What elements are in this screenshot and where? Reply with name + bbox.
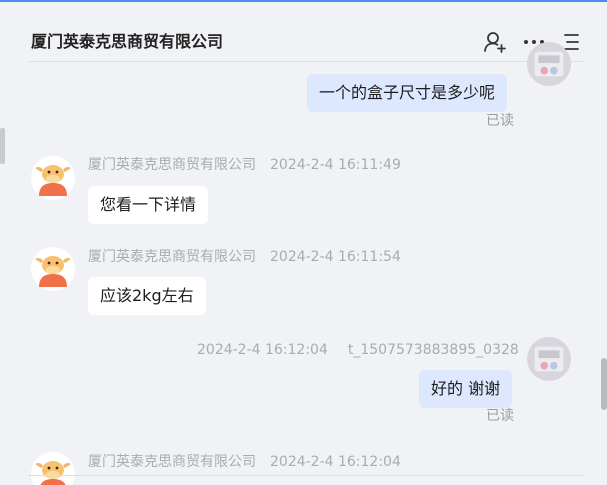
left-scrollbar[interactable] <box>0 128 5 164</box>
sender-name: 厦门英泰克思商贸有限公司 <box>88 249 256 265</box>
message-bubble[interactable]: 一个的盒子尺寸是多少呢 <box>307 74 508 112</box>
header-divider <box>29 61 583 62</box>
message-time: 2024-2-4 16:12:04 <box>197 342 328 358</box>
message-bubble[interactable]: 您看一下详情 <box>88 186 209 224</box>
sender-name: 厦门英泰克思商贸有限公司 <box>88 157 256 173</box>
user-avatar[interactable] <box>527 337 573 383</box>
message-bubble[interactable]: 应该2kg左右 <box>88 277 206 315</box>
sender-name: 厦门英泰克思商贸有限公司 <box>88 454 256 470</box>
chat-title: 厦门英泰克思商贸有限公司 <box>31 32 224 51</box>
message-meta: 2024-2-4 16:12:04 t_1507573883895_0328 <box>197 341 519 359</box>
read-status: 已读 <box>486 113 514 129</box>
message-meta: 厦门英泰克思商贸有限公司 2024-2-4 16:12:04 <box>88 453 401 471</box>
bull-avatar[interactable] <box>31 452 75 485</box>
message-time: 2024-2-4 16:11:49 <box>270 157 401 173</box>
add-contact-icon[interactable] <box>483 30 507 54</box>
sender-name: t_1507573883895_0328 <box>347 342 519 358</box>
read-status: 已读 <box>486 408 514 424</box>
input-divider <box>29 475 583 476</box>
chat-header: 厦门英泰克思商贸有限公司 <box>0 2 607 62</box>
user-avatar[interactable] <box>527 42 573 88</box>
bull-avatar[interactable] <box>31 247 75 291</box>
message-bubble[interactable]: 好的 谢谢 <box>419 370 513 408</box>
message-meta: 厦门英泰克思商贸有限公司 2024-2-4 16:11:49 <box>88 156 401 174</box>
bull-avatar[interactable] <box>31 156 75 200</box>
chat-scrollbar[interactable] <box>601 358 607 410</box>
message-time: 2024-2-4 16:12:04 <box>270 454 401 470</box>
message-meta: 厦门英泰克思商贸有限公司 2024-2-4 16:11:54 <box>88 248 401 266</box>
message-time: 2024-2-4 16:11:54 <box>270 249 401 265</box>
